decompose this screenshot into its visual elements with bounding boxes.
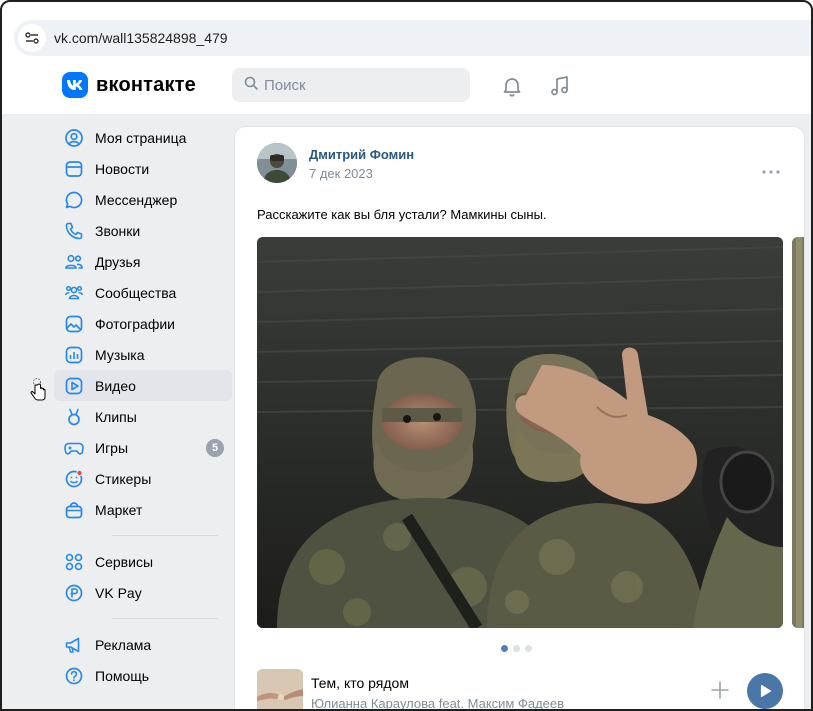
photos-icon	[64, 314, 84, 334]
friends-icon	[64, 252, 84, 272]
add-track-icon[interactable]	[709, 679, 731, 701]
games-count-badge: 5	[206, 439, 224, 457]
stickers-icon	[64, 469, 84, 489]
news-icon	[64, 159, 84, 179]
help-icon	[64, 666, 84, 686]
main-area: Моя страница Новости Мессенджер Звонки Д…	[2, 114, 811, 709]
sidebar-item-label: Видео	[95, 377, 136, 394]
track-title[interactable]: Тем, кто рядом	[311, 675, 409, 691]
sidebar-item-label: Клипы	[95, 408, 137, 425]
audio-attachment[interactable]: Тем, кто рядом Юлианна Караулова feat. М…	[257, 669, 783, 709]
sidebar-item-photos[interactable]: Фотографии	[54, 308, 232, 339]
sidebar-item-label: Реклама	[95, 636, 152, 653]
sidebar-item-friends[interactable]: Друзья	[54, 246, 232, 277]
sidebar-item-label: VK Pay	[95, 584, 142, 601]
sidebar-item-news[interactable]: Новости	[54, 153, 232, 184]
clips-icon	[64, 407, 84, 427]
sidebar-item-label: Моя страница	[95, 129, 187, 146]
sidebar-item-label: Игры	[95, 439, 129, 456]
music-note-icon[interactable]	[548, 74, 572, 98]
sidebar-item-label: Друзья	[95, 253, 141, 270]
site-settings-icon[interactable]	[18, 24, 46, 52]
post-photo[interactable]	[257, 237, 783, 628]
vk-header: вконтакте	[2, 58, 811, 114]
sidebar-divider	[112, 535, 218, 536]
gallery-pagination	[501, 645, 532, 652]
music-icon	[64, 345, 84, 365]
sidebar-item-music[interactable]: Музыка	[54, 339, 232, 370]
address-bar[interactable]: vk.com/wall135824898_479	[14, 20, 811, 56]
sidebar-item-label: Звонки	[95, 222, 141, 239]
next-photo-preview[interactable]	[792, 237, 804, 628]
sidebar-item-messenger[interactable]: Мессенджер	[54, 184, 232, 215]
sidebar-item-market[interactable]: Маркет	[54, 494, 232, 525]
ads-icon	[64, 635, 84, 655]
author-avatar[interactable]	[257, 143, 297, 183]
market-icon	[64, 500, 84, 520]
browser-window: vk.com/wall135824898_479 вконтакте Моя с…	[0, 0, 813, 711]
vkpay-icon	[64, 583, 84, 603]
search-input[interactable]	[264, 76, 444, 94]
search-icon	[244, 76, 258, 95]
sidebar-item-vkpay[interactable]: VK Pay	[54, 577, 232, 608]
hand-cursor-icon	[28, 376, 50, 402]
play-icon	[760, 684, 772, 698]
sidebar-item-label: Маркет	[95, 501, 143, 518]
sidebar-item-help[interactable]: Помощь	[54, 660, 232, 691]
post-date[interactable]: 7 дек 2023	[309, 166, 373, 181]
play-button[interactable]	[747, 673, 783, 709]
sidebar-item-communities[interactable]: Сообщества	[54, 277, 232, 308]
sidebar-item-label: Стикеры	[95, 470, 152, 487]
sidebar-divider	[112, 618, 218, 619]
sidebar-item-games[interactable]: Игры 5	[54, 432, 232, 463]
bell-icon[interactable]	[500, 74, 524, 98]
sidebar-item-label: Сообщества	[95, 284, 177, 301]
sidebar-item-services[interactable]: Сервисы	[54, 546, 232, 577]
vk-logo-text: вконтакте	[96, 73, 196, 96]
services-icon	[64, 552, 84, 572]
sidebar-item-label: Фотографии	[95, 315, 176, 332]
phone-icon	[64, 221, 84, 241]
games-icon	[64, 438, 84, 458]
gallery-dot[interactable]	[525, 645, 532, 652]
vk-logo[interactable]: вконтакте	[62, 72, 196, 98]
sidebar-item-my-page[interactable]: Моя страница	[54, 122, 232, 153]
messenger-icon	[64, 190, 84, 210]
post-author-name[interactable]: Дмитрий Фомин	[309, 147, 414, 162]
sidebar-item-label: Сервисы	[95, 553, 154, 570]
track-artist[interactable]: Юлианна Караулова feat. Максим Фадеев	[311, 696, 564, 709]
communities-icon	[64, 283, 84, 303]
profile-icon	[64, 128, 84, 148]
gallery-dot[interactable]	[501, 645, 508, 652]
post-text: Расскажите как вы бля устали? Мамкины сы…	[257, 207, 547, 222]
search-box[interactable]	[232, 68, 470, 102]
left-sidebar: Моя страница Новости Мессенджер Звонки Д…	[54, 122, 232, 691]
url-text[interactable]: vk.com/wall135824898_479	[54, 30, 228, 46]
sidebar-item-label: Новости	[95, 160, 150, 177]
sidebar-item-video[interactable]: Видео	[54, 370, 232, 401]
sidebar-item-clips[interactable]: Клипы	[54, 401, 232, 432]
sidebar-item-ads[interactable]: Реклама	[54, 629, 232, 660]
vk-logo-icon	[62, 72, 88, 98]
track-cover[interactable]	[257, 669, 303, 709]
more-options-icon[interactable]	[762, 161, 780, 174]
sidebar-item-label: Мессенджер	[95, 191, 178, 208]
sidebar-item-calls[interactable]: Звонки	[54, 215, 232, 246]
video-icon	[64, 376, 84, 396]
gallery-dot[interactable]	[513, 645, 520, 652]
post-card: Дмитрий Фомин 7 дек 2023 Расскажите как …	[234, 126, 805, 709]
sidebar-item-label: Музыка	[95, 346, 145, 363]
sidebar-item-stickers[interactable]: Стикеры	[54, 463, 232, 494]
sidebar-item-label: Помощь	[95, 667, 150, 684]
